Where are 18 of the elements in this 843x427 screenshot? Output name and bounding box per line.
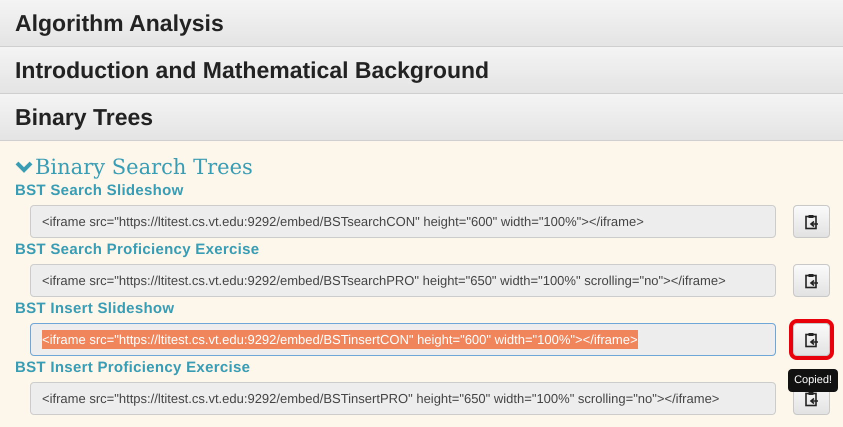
item-label: BST Search Slideshow <box>15 181 184 201</box>
tooltip: Copied! <box>788 369 838 392</box>
embed-code-field[interactable]: <iframe src="https://ltitest.cs.vt.edu:9292/embed/BSTsearchCON" height="600" width="100%"></iframe> <box>30 205 776 238</box>
embed-code-field[interactable]: <iframe src="https://ltitest.cs.vt.edu:9292/embed/BSTsearchPRO" height="650" width="100%" scrolling="no"></iframe> <box>30 264 776 297</box>
clipboard-icon <box>804 332 818 348</box>
clipboard-icon <box>804 390 818 406</box>
embed-code-field[interactable]: <iframe src="https://ltitest.cs.vt.edu:9292/embed/BSTinsertPRO" height="650" width="100%" scrolling="no"></iframe> <box>30 382 776 415</box>
chapter-header[interactable]: Binary Trees <box>0 94 843 141</box>
item-label: BST Insert Proficiency Exercise <box>15 358 250 378</box>
item-label: BST Search Proficiency Exercise <box>15 240 260 260</box>
chapter-header[interactable]: Introduction and Mathematical Background <box>0 47 843 94</box>
copy-button[interactable] <box>793 264 830 297</box>
chapter-header[interactable]: Algorithm Analysis <box>0 0 843 47</box>
copy-button[interactable] <box>793 205 830 238</box>
clipboard-icon <box>804 272 818 288</box>
item-label: BST Insert Slideshow <box>15 299 174 319</box>
chevron-down-icon <box>15 160 33 174</box>
clipboard-icon <box>804 214 818 230</box>
